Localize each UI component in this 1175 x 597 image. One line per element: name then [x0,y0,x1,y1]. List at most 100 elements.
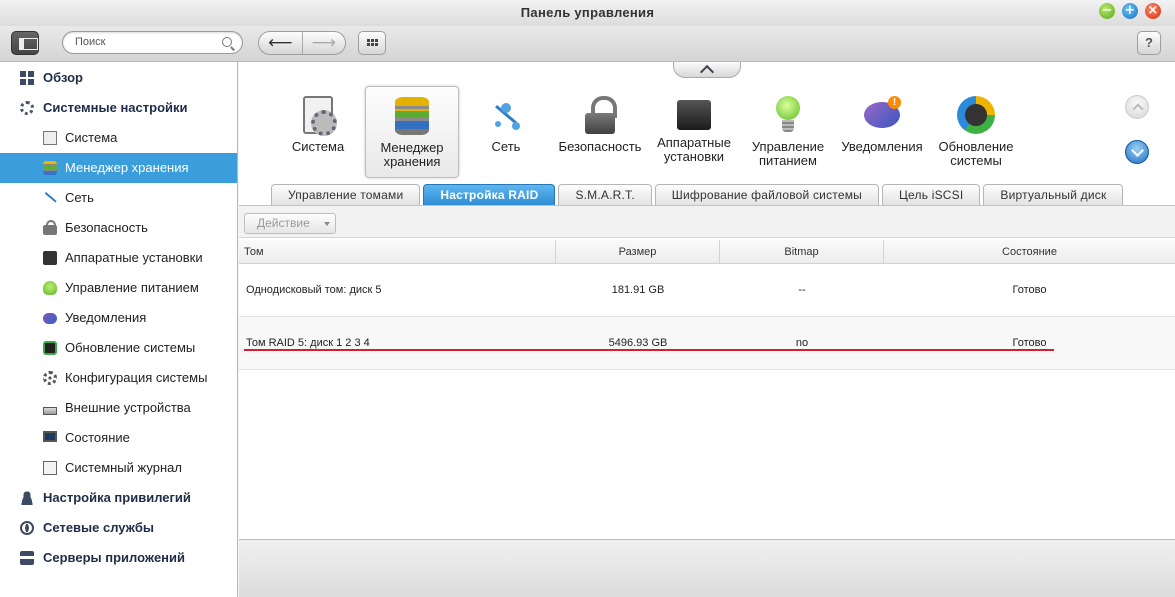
monitor-icon [43,431,57,442]
system-icon [303,96,337,136]
action-bar: Действие [239,206,1175,238]
raid-volume-table: Том Размер Bitmap Состояние Однодисковый… [239,240,1175,370]
sidebar-item-hardware[interactable]: Аппаратные установки [0,243,237,273]
search-input[interactable] [75,36,215,48]
app-tile-label: Система [291,139,345,154]
tab-virtual-disk[interactable]: Виртуальный диск [983,184,1124,206]
sidebar-item-power[interactable]: Управление питанием [0,273,237,303]
sidebar-item-label: Серверы приложений [43,550,186,565]
config-gear-icon [43,371,57,385]
tab-smart[interactable]: S.M.A.R.T. [558,184,652,206]
sidebar-item-security[interactable]: Безопасность [0,213,237,243]
close-icon[interactable]: × [1145,3,1161,19]
sidebar-item-privileges[interactable]: Настройка привилегий [0,483,237,513]
action-dropdown[interactable]: Действие [244,213,336,234]
action-dropdown-label: Действие [257,216,310,230]
app-icon-row: Система Менеджер хранения Сеть Безопасно… [271,86,1023,178]
help-button[interactable]: ? [1137,31,1161,55]
table-row[interactable]: Однодисковый том: диск 5 181.91 GB -- Го… [239,264,1175,317]
sidebar-item-system[interactable]: Система [0,123,237,153]
title-bar: Панель управления − + × [0,0,1175,26]
table-header: Том Размер Bitmap Состояние [239,240,1175,264]
minimize-icon[interactable]: − [1099,3,1115,19]
sidebar-item-system-log[interactable]: Системный журнал [0,453,237,483]
sidebar-item-network-services[interactable]: Сетевые службы [0,513,237,543]
collapse-icons-chevron-up-icon[interactable] [673,62,741,78]
column-header-size[interactable]: Размер [556,240,720,263]
search-box[interactable] [62,31,243,54]
sidebar-item-external-devices[interactable]: Внешние устройства [0,393,237,423]
app-tile-hardware[interactable]: Аппаратные установки [647,86,741,178]
cell-volume: Том RAID 5: диск 1 2 3 4 [246,337,370,349]
hardware-icon [43,251,57,265]
app-tile-label: Обновление [938,139,1014,154]
sidebar-item-notifications[interactable]: Уведомления [0,303,237,333]
sidebar-item-system-settings[interactable]: Системные настройки [0,93,237,123]
sidebar-item-system-update[interactable]: Обновление системы [0,333,237,363]
sidebar-item-label: Настройка привилегий [43,490,191,505]
column-header-volume[interactable]: Том [239,240,556,263]
app-tile-label-2: питанием [759,153,817,168]
sidebar-item-label: Сеть [65,190,94,205]
app-tile-security[interactable]: Безопасность [553,86,647,178]
app-tile-label: Безопасность [558,139,642,154]
maximize-icon[interactable]: + [1122,3,1138,19]
footer-bar [239,539,1175,597]
app-tile-label: Уведомления [841,139,923,154]
sidebar-item-label: Система [65,130,118,145]
sidebar-toggle-icon[interactable] [11,31,39,55]
tab-filesystem-encryption[interactable]: Шифрование файловой системы [654,184,879,206]
app-tile-label-2: системы [950,153,1002,168]
column-header-bitmap[interactable]: Bitmap [720,240,884,263]
sidebar-item-system-config[interactable]: Конфигурация системы [0,363,237,393]
app-tile-system-update[interactable]: Обновление системы [929,86,1023,178]
log-icon [43,461,57,475]
scroll-down-icon[interactable] [1125,140,1149,164]
sidebar-item-status[interactable]: Состояние [0,423,237,453]
sidebar-item-storage-manager[interactable]: Менеджер хранения [0,153,237,183]
sidebar-item-label: Управление питанием [65,280,199,295]
overview-icon [20,71,34,85]
column-header-status[interactable]: Состояние [884,240,1175,263]
network-icon [43,191,57,205]
lock-icon [43,220,57,235]
app-tile-system[interactable]: Система [271,86,365,178]
tab-raid-settings[interactable]: Настройка RAID [423,184,556,206]
storage-manager-icon [395,97,429,135]
scroll-up-icon[interactable] [1125,95,1149,119]
app-tile-storage-manager[interactable]: Менеджер хранения [365,86,459,178]
app-tile-notifications[interactable]: Уведомления [835,86,929,178]
gear-icon [20,101,34,115]
apps-grid-icon[interactable] [358,31,386,55]
globe-icon [20,521,34,535]
sidebar-item-label: Внешние устройства [65,400,191,415]
table-row[interactable]: Том RAID 5: диск 1 2 3 4 5496.93 GB no Г… [239,317,1175,370]
power-bulb-icon [776,96,800,134]
forward-arrow-icon[interactable]: ⟶ [303,32,346,54]
external-device-icon [43,407,57,415]
toolbar: ⟵ ⟶ ? [0,26,1175,62]
back-arrow-icon[interactable]: ⟵ [259,32,303,54]
sidebar-item-label: Конфигурация системы [65,370,208,385]
tab-volume-management[interactable]: Управление томами [271,184,421,206]
sidebar-item-app-servers[interactable]: Серверы приложений [0,543,237,573]
app-tile-power[interactable]: Управление питанием [741,86,835,178]
tab-iscsi-target[interactable]: Цель iSCSI [881,184,981,206]
caret-down-icon [324,222,330,226]
search-icon[interactable] [222,37,232,47]
network-icon [487,96,525,134]
app-tile-network[interactable]: Сеть [459,86,553,178]
highlight-underline [244,349,1054,351]
sidebar-item-overview[interactable]: Обзор [0,63,237,93]
sidebar-item-label: Системные настройки [43,100,188,115]
app-tile-label: Аппаратные [657,135,731,150]
app-tile-label-2: установки [663,149,725,164]
user-icon [20,491,34,505]
sidebar-item-label: Уведомления [65,310,147,325]
firmware-update-icon [957,96,995,134]
sidebar-item-label: Обновление системы [65,340,196,355]
sidebar: Обзор Системные настройки Система Менедж… [0,62,238,597]
main-content: Система Менеджер хранения Сеть Безопасно… [239,62,1175,597]
cell-volume: Однодисковый том: диск 5 [246,284,382,296]
sidebar-item-network[interactable]: Сеть [0,183,237,213]
